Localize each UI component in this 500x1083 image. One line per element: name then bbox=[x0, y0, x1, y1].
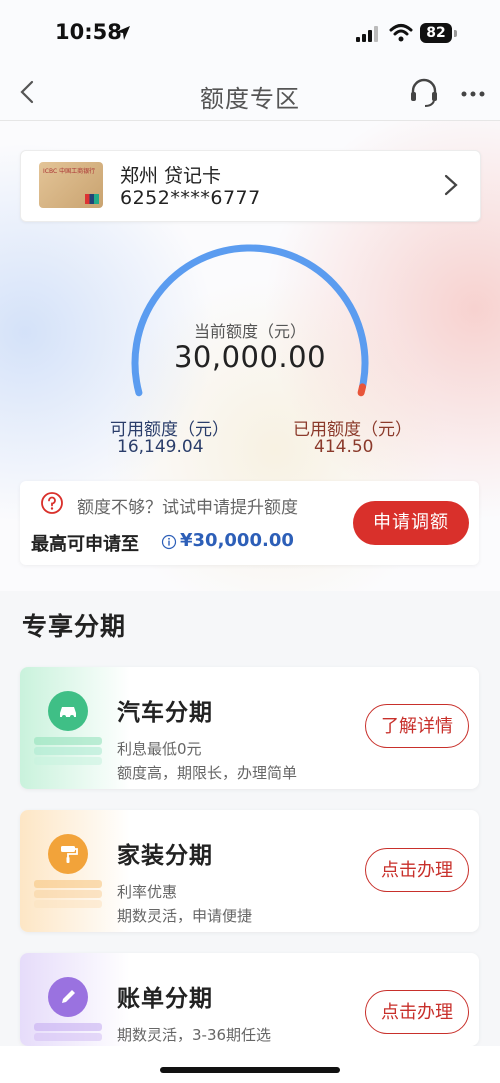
status-time: 10:58 bbox=[55, 20, 122, 44]
plan-desc: 期数灵活，申请便捷 bbox=[117, 907, 253, 925]
car-icon bbox=[48, 691, 88, 731]
home-indicator bbox=[0, 1046, 500, 1083]
learn-more-button[interactable]: 了解详情 bbox=[365, 704, 469, 748]
more-dots-icon[interactable] bbox=[460, 90, 488, 98]
card-selector[interactable]: ICBC 中国工商银行 郑州 贷记卡 6252****6777 bbox=[20, 150, 481, 222]
credit-increase-panel: 额度不够？试试申请提升额度 最高可申请至 ¥30,000.00 申请调额 bbox=[20, 481, 479, 565]
plan-desc: 额度高，期限长，办理简单 bbox=[117, 764, 298, 782]
section-title: 专享分期 bbox=[22, 612, 127, 641]
plan-plate bbox=[34, 1033, 102, 1041]
apply-now-button[interactable]: 点击办理 bbox=[365, 848, 469, 892]
paint-roller-icon bbox=[48, 834, 88, 874]
gauge-used-arc bbox=[357, 383, 366, 397]
plan-card-home[interactable]: 家装分期 利率优惠 期数灵活，申请便捷 点击办理 bbox=[20, 810, 479, 932]
plan-icon bbox=[34, 834, 110, 910]
plan-plate bbox=[34, 900, 102, 908]
plan-icon bbox=[34, 977, 110, 1046]
battery-tip bbox=[454, 30, 457, 37]
cellular-signal-icon bbox=[356, 26, 378, 42]
card-number: 6252****6777 bbox=[120, 187, 261, 209]
battery-level: 82 bbox=[420, 23, 452, 43]
location-arrow-icon bbox=[116, 26, 130, 40]
headset-icon[interactable] bbox=[408, 76, 440, 108]
used-credit-value: 414.50 bbox=[314, 437, 374, 457]
current-credit-label: 当前额度（元） bbox=[193, 322, 306, 341]
apply-now-button[interactable]: 点击办理 bbox=[365, 990, 469, 1034]
card-name: 郑州 贷记卡 bbox=[120, 165, 222, 187]
unionpay-logo bbox=[85, 194, 99, 204]
question-circle-icon bbox=[41, 492, 63, 514]
plan-card-bill[interactable]: 账单分期 期数灵活，3-36期任选 点击办理 bbox=[20, 953, 479, 1046]
card-thumb-bank: ICBC 中国工商银行 bbox=[43, 168, 96, 175]
plan-icon bbox=[34, 691, 110, 767]
status-bar: 10:58 82 bbox=[0, 0, 500, 66]
pencil-icon bbox=[48, 977, 88, 1017]
plan-desc: 利率优惠 bbox=[117, 883, 178, 901]
info-icon[interactable] bbox=[161, 534, 177, 550]
wifi-icon bbox=[389, 24, 413, 42]
chevron-right-icon bbox=[444, 174, 458, 196]
plan-title: 家装分期 bbox=[117, 843, 213, 869]
plan-card-car[interactable]: 汽车分期 利息最低0元 额度高，期限长，办理简单 了解详情 bbox=[20, 667, 479, 789]
plan-title: 账单分期 bbox=[117, 986, 213, 1012]
plan-plate bbox=[34, 1023, 102, 1031]
available-credit-value: 16,149.04 bbox=[117, 437, 204, 457]
plan-plate bbox=[34, 757, 102, 765]
current-credit-value: 30,000.00 bbox=[173, 340, 327, 374]
plan-plate bbox=[34, 737, 102, 745]
max-apply-label: 最高可申请至 bbox=[31, 534, 139, 555]
plan-plate bbox=[34, 747, 102, 755]
apply-increase-button[interactable]: 申请调额 bbox=[353, 501, 469, 545]
max-apply-value: ¥30,000.00 bbox=[180, 530, 294, 551]
plan-desc: 期数灵活，3-36期任选 bbox=[117, 1026, 272, 1044]
plan-plate bbox=[34, 890, 102, 898]
plan-plate bbox=[34, 880, 102, 888]
home-bar bbox=[160, 1067, 340, 1073]
card-thumbnail: ICBC 中国工商银行 bbox=[39, 162, 103, 208]
plan-desc: 利息最低0元 bbox=[117, 740, 202, 758]
plan-title: 汽车分期 bbox=[117, 700, 213, 726]
increase-hint: 额度不够？试试申请提升额度 bbox=[77, 498, 298, 518]
nav-bar: 额度专区 bbox=[0, 66, 500, 121]
